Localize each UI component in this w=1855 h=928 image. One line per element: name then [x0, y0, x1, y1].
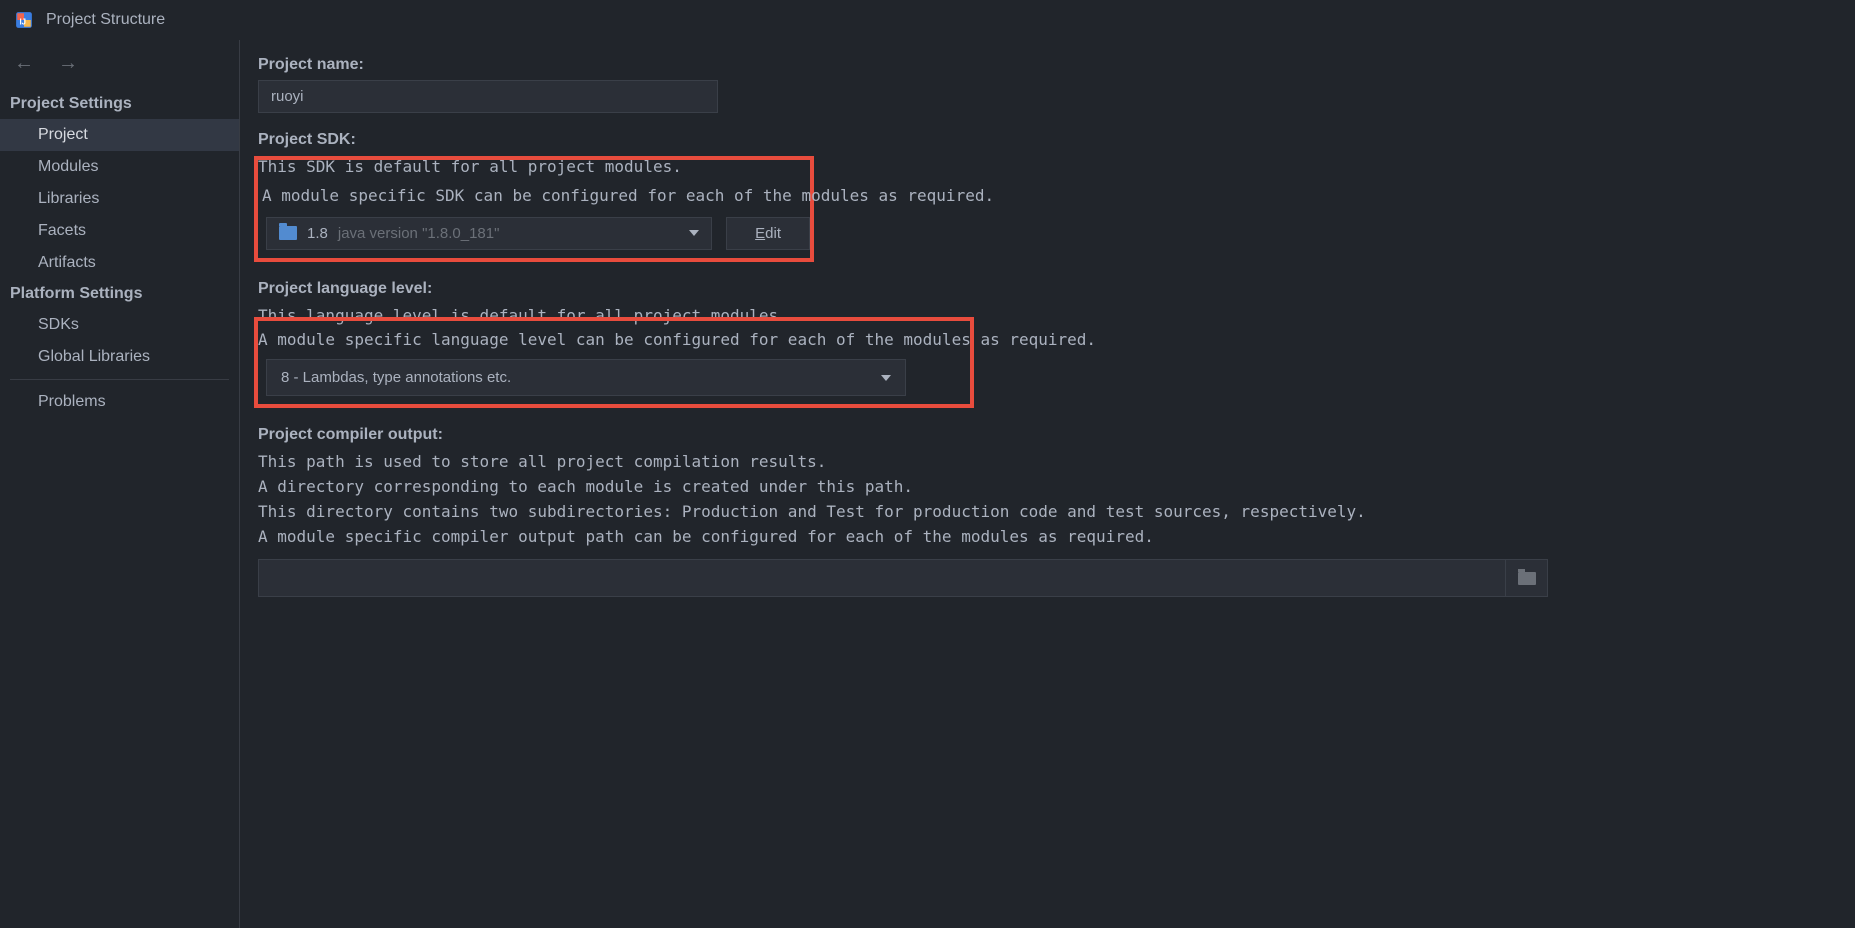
edit-sdk-button[interactable]: Edit — [726, 217, 810, 250]
folder-open-icon — [1518, 572, 1536, 585]
sidebar-item-project[interactable]: Project — [0, 119, 239, 151]
titlebar: IJ Project Structure — [0, 0, 1855, 40]
sidebar-item-modules[interactable]: Modules — [0, 151, 239, 183]
section-header-project-settings: Project Settings — [0, 89, 239, 119]
sidebar-item-sdks[interactable]: SDKs — [0, 309, 239, 341]
forward-arrow-icon[interactable]: → — [58, 52, 78, 75]
back-arrow-icon[interactable]: ← — [14, 52, 34, 75]
sidebar: ← → Project Settings Project Modules Lib… — [0, 40, 240, 928]
divider — [10, 379, 229, 380]
browse-button[interactable] — [1505, 560, 1547, 596]
compiler-output-field — [258, 559, 1548, 597]
compiler-desc-2: A directory corresponding to each module… — [258, 475, 1837, 500]
content-panel: Project name: Project SDK: This SDK is d… — [240, 40, 1855, 928]
compiler-output-label: Project compiler output: — [258, 426, 1837, 444]
folder-icon — [279, 226, 297, 240]
compiler-output-input[interactable] — [259, 570, 1505, 587]
project-name-input[interactable] — [258, 80, 718, 113]
chevron-down-icon — [881, 375, 891, 381]
sidebar-item-libraries[interactable]: Libraries — [0, 183, 239, 215]
sidebar-item-facets[interactable]: Facets — [0, 215, 239, 247]
sidebar-item-problems[interactable]: Problems — [0, 386, 239, 418]
project-name-label: Project name: — [258, 56, 1837, 74]
chevron-down-icon — [689, 230, 699, 236]
project-sdk-select[interactable]: 1.8 java version "1.8.0_181" — [266, 217, 712, 250]
app-icon: IJ — [14, 10, 34, 30]
sdk-version-text: 1.8 — [307, 225, 328, 242]
language-level-select[interactable]: 8 - Lambdas, type annotations etc. — [266, 359, 906, 396]
highlight-sdk: A module specific SDK can be configured … — [254, 156, 814, 262]
sidebar-item-global-libraries[interactable]: Global Libraries — [0, 341, 239, 373]
compiler-desc-1: This path is used to store all project c… — [258, 450, 1837, 475]
compiler-desc-4: A module specific compiler output path c… — [258, 525, 1837, 550]
sdk-detail-text: java version "1.8.0_181" — [338, 225, 679, 242]
window-title: Project Structure — [46, 11, 165, 29]
language-level-value: 8 - Lambdas, type annotations etc. — [281, 369, 881, 386]
section-header-platform-settings: Platform Settings — [0, 279, 239, 309]
sidebar-item-artifacts[interactable]: Artifacts — [0, 247, 239, 279]
compiler-desc-3: This directory contains two subdirectori… — [258, 500, 1837, 525]
svg-text:IJ: IJ — [20, 18, 27, 27]
sdk-desc-2: A module specific SDK can be configured … — [258, 184, 810, 209]
highlight-language-level: 8 - Lambdas, type annotations etc. — [254, 317, 974, 408]
project-sdk-label: Project SDK: — [258, 131, 1837, 149]
